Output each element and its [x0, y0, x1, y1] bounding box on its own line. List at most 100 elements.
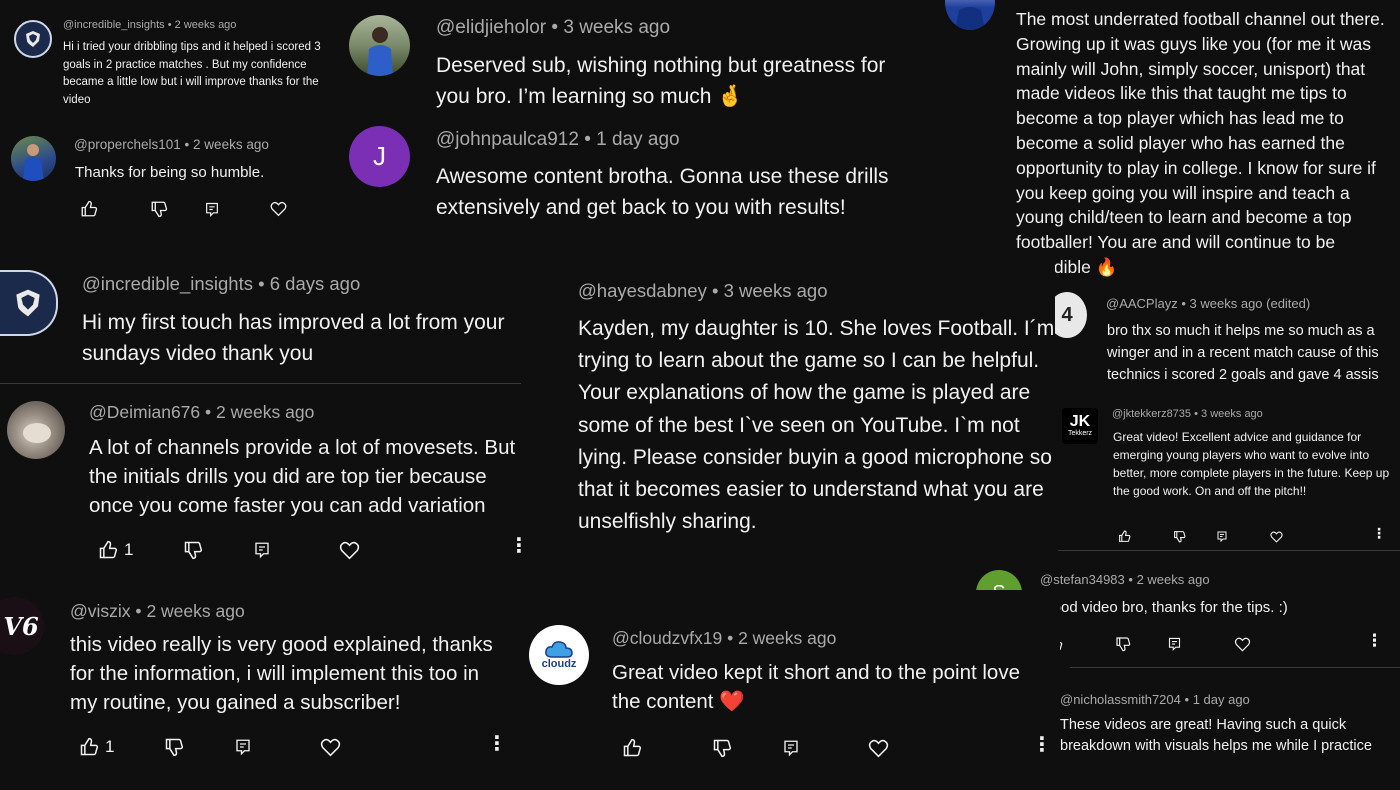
like-button[interactable] — [622, 738, 642, 758]
heart-button[interactable] — [339, 541, 360, 560]
comment-meta: @Deimian676 • 2 weeks ago — [89, 402, 314, 423]
comment-meta: @stefan34983 • 2 weeks ago — [1040, 572, 1210, 587]
avatar[interactable]: V6 — [0, 597, 44, 655]
comment-time[interactable]: 2 weeks ago — [1137, 572, 1210, 587]
heart-icon — [321, 738, 341, 756]
comment-author[interactable]: @stefan34983 — [1040, 572, 1125, 587]
comment-c2: @properchels101 • 2 weeks ago Thanks for… — [0, 122, 325, 240]
avatar[interactable]: 4 — [1055, 292, 1087, 338]
avatar[interactable] — [0, 270, 58, 336]
more-options-icon[interactable]: ⋮ — [1032, 735, 1052, 755]
comment-text: A lot of channels provide a lot of moves… — [89, 436, 516, 517]
comment-text: Hi i tried your dribbling tips and it he… — [63, 41, 321, 106]
meta-separator: • — [1194, 408, 1198, 420]
reply-button[interactable] — [234, 737, 252, 757]
comment-author[interactable]: @incredible_insights — [82, 273, 253, 294]
thumbs-down-icon — [185, 541, 203, 560]
meta-separator: • — [1184, 692, 1190, 707]
comment-text: These videos are great! Having such a qu… — [1060, 717, 1372, 754]
comment-time[interactable]: 1 day ago — [596, 129, 679, 150]
comment-text: Great video kept it short and to the poi… — [612, 661, 1020, 713]
dislike-button[interactable] — [1173, 530, 1186, 543]
comment-c1: @incredible_insights • 2 weeks ago Hi i … — [0, 0, 330, 122]
comment-author[interactable]: @cloudzvfx19 — [612, 628, 722, 648]
comment-actions — [1118, 530, 1283, 543]
more-options-icon[interactable]: ⋮ — [1366, 632, 1383, 649]
thumbs-down-icon — [1174, 531, 1186, 543]
like-button[interactable] — [80, 200, 98, 218]
avatar-text: V6 — [3, 611, 39, 641]
dislike-button[interactable] — [164, 737, 184, 757]
comment-time[interactable]: 3 weeks ago — [1201, 408, 1263, 420]
heart-button[interactable] — [270, 201, 287, 217]
more-options-icon[interactable]: ⋮ — [1372, 526, 1386, 540]
meta-separator: • — [258, 273, 265, 294]
comment-time[interactable]: 2 weeks ago — [175, 19, 237, 31]
avatar[interactable]: cloudz — [529, 625, 589, 685]
avatar[interactable]: JK Tekkerz — [1062, 408, 1098, 444]
comment-author[interactable]: @johnpaulca912 — [436, 129, 579, 150]
comment-time[interactable]: 2 weeks ago — [216, 402, 314, 422]
comment-author[interactable]: @properchels101 — [74, 137, 181, 152]
comment-author[interactable]: @jktekkerz8735 — [1112, 408, 1191, 420]
reply-button[interactable] — [204, 201, 220, 218]
comment-time[interactable]: 6 days ago — [270, 273, 361, 294]
heart-button[interactable] — [1270, 531, 1283, 543]
avatar-text: JK — [1069, 413, 1091, 430]
dislike-button[interactable] — [150, 200, 168, 218]
comment-author[interactable]: @viszix — [70, 601, 131, 621]
comment-author[interactable]: @Deimian676 — [89, 402, 200, 422]
avatar-letter: J — [373, 141, 386, 171]
reply-button[interactable] — [1216, 530, 1228, 543]
comment-author[interactable]: @hayesdabney — [578, 280, 707, 301]
more-options-icon[interactable]: ⋮ — [487, 734, 507, 754]
heart-icon — [270, 201, 287, 217]
thumbs-up-icon — [1119, 530, 1131, 542]
comment-time[interactable]: 2 weeks ago — [193, 137, 269, 152]
reply-icon — [1168, 637, 1181, 651]
comment-time[interactable]: 1 day ago — [1193, 692, 1250, 707]
comment-author[interactable]: @elidjieholor — [436, 17, 546, 38]
avatar[interactable] — [14, 20, 52, 58]
reply-button[interactable] — [1167, 636, 1182, 652]
comment-time[interactable]: 3 weeks ago — [563, 17, 670, 38]
comment-author[interactable]: @nicholassmith7204 — [1060, 692, 1181, 707]
reply-button[interactable] — [782, 738, 800, 758]
reply-icon — [255, 542, 270, 559]
avatar[interactable]: J — [349, 126, 410, 187]
heart-button[interactable] — [320, 738, 341, 757]
dislike-button[interactable] — [712, 738, 732, 758]
like-button[interactable]: 1 — [79, 737, 114, 757]
comment-author[interactable]: @AACPlayz — [1106, 296, 1178, 311]
comment-actions: 1 — [79, 737, 341, 757]
comment-text: Hi my first touch has improved a lot fro… — [82, 311, 505, 365]
meta-separator: • — [205, 402, 212, 422]
more-options-icon[interactable]: ⋮ — [509, 536, 529, 556]
heart-button[interactable] — [868, 739, 889, 758]
comment-text: Awesome content brotha. Gonna use these … — [436, 165, 889, 219]
comment-time[interactable]: 2 weeks ago — [738, 628, 836, 648]
avatar[interactable] — [11, 136, 56, 181]
jersey-number-icon: 4 — [1061, 303, 1073, 326]
comment-meta: @nicholassmith7204 • 1 day ago — [1060, 692, 1250, 707]
comment-actions — [1047, 636, 1251, 652]
reply-icon — [1217, 531, 1227, 543]
dislike-button[interactable] — [183, 540, 203, 560]
avatar[interactable] — [945, 0, 995, 30]
avatar[interactable] — [7, 401, 65, 459]
comment-author[interactable]: @incredible_insights — [63, 19, 165, 31]
comment-c6: @incredible_insights • 6 days ago Hi my … — [0, 245, 565, 383]
meta-separator: • — [1128, 572, 1133, 587]
heart-button[interactable] — [1234, 637, 1251, 652]
avatar[interactable] — [349, 15, 410, 76]
like-button[interactable] — [1118, 530, 1131, 543]
reply-icon — [206, 202, 218, 217]
reply-button[interactable] — [253, 540, 271, 560]
comment-time[interactable]: 2 weeks ago — [146, 601, 244, 621]
comment-time[interactable]: 3 weeks ago — [724, 280, 828, 301]
dislike-button[interactable] — [1115, 636, 1131, 652]
like-button[interactable]: 1 — [98, 540, 133, 560]
avatar-subtext: Tekkerz — [1067, 430, 1093, 437]
comment-time[interactable]: 3 weeks ago (edited) — [1190, 296, 1311, 311]
comment-c12: V6 @viszix • 2 weeks ago this video real… — [0, 582, 520, 790]
